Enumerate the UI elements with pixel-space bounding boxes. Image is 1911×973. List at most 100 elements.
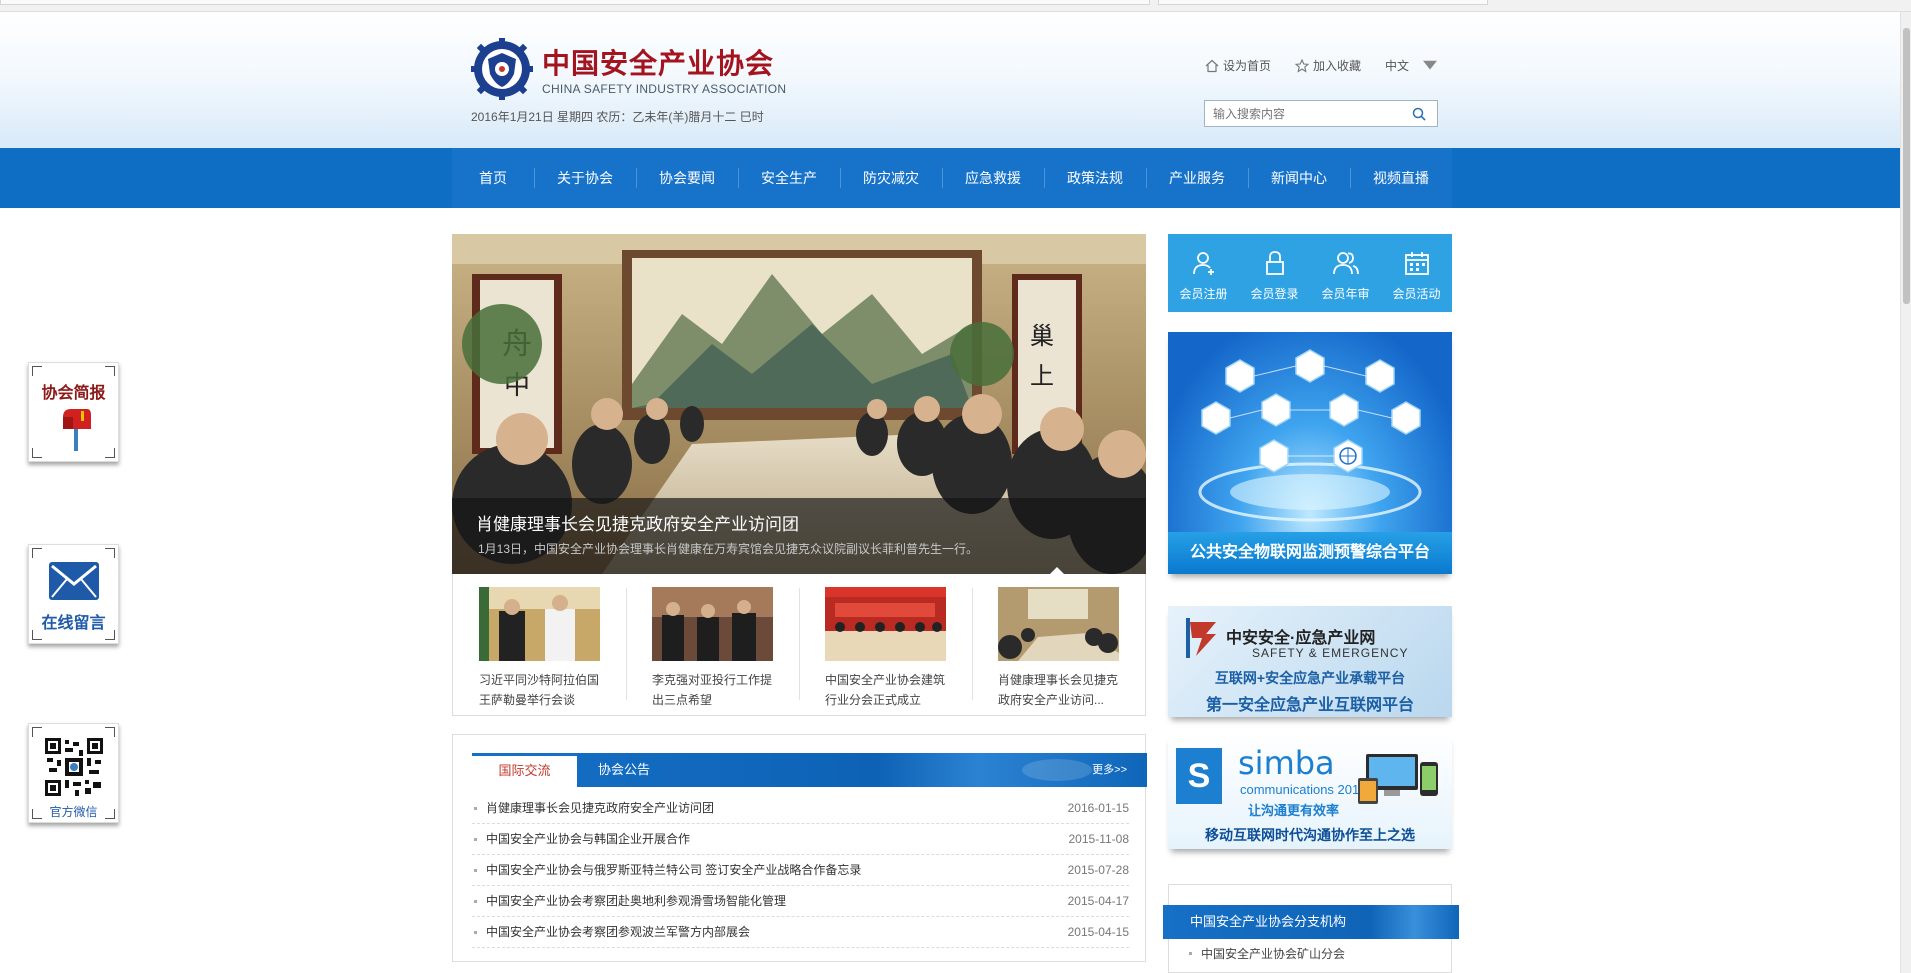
add-favorite-link[interactable]: 加入收藏 <box>1295 57 1361 74</box>
qr-code-icon <box>45 738 103 796</box>
nav-news-association[interactable]: 协会要闻 <box>636 148 738 208</box>
news-date: 2015-11-08 <box>1068 832 1130 846</box>
simba-subtitle: communications 2015 <box>1240 782 1367 797</box>
thumbnail-strip: 习近平同沙特阿拉伯国王萨勒曼举行会谈 李克强对亚投行工作提出三点希望 中国安全产… <box>452 574 1146 716</box>
iot-platform-banner[interactable]: 公共安全物联网监测预警综合平台 <box>1168 332 1452 574</box>
member-annual-label: 会员年审 <box>1321 287 1370 301</box>
member-login-label: 会员登录 <box>1250 287 1299 301</box>
simba-communications-banner[interactable]: S simba communications 2015 让沟通更有效率 移动互联… <box>1168 734 1452 849</box>
mailbox-icon <box>63 409 91 451</box>
main-nav-bar: 首页 关于协会 协会要闻 安全生产 防灾减灾 应急救援 政策法规 产业服务 新闻… <box>0 148 1900 208</box>
envelope-icon <box>49 562 99 600</box>
site-header: 中国安全产业协会 CHINA SAFETY INDUSTRY ASSOCIATI… <box>0 12 1900 148</box>
address-bar[interactable] <box>0 0 1150 5</box>
member-annual-button[interactable]: 会员年审 <box>1310 234 1381 312</box>
site-name-en: CHINA SAFETY INDUSTRY ASSOCIATION <box>542 82 787 96</box>
lock-icon <box>1265 251 1284 275</box>
nav-emergency-rescue[interactable]: 应急救援 <box>942 148 1044 208</box>
branch-item[interactable]: 中国安全产业协会矿山分会 <box>1189 945 1345 962</box>
nav-home[interactable]: 首页 <box>452 148 534 208</box>
thumbnail-image <box>652 587 773 661</box>
member-activity-button[interactable]: 会员活动 <box>1381 234 1452 312</box>
nav-policy[interactable]: 政策法规 <box>1044 148 1146 208</box>
calendar-icon <box>1404 252 1429 275</box>
nav-industry-services[interactable]: 产业服务 <box>1146 148 1248 208</box>
news-row[interactable]: 中国安全产业协会与俄罗斯亚特兰特公司 签订安全产业战略合作备忘录 2015-07-… <box>472 855 1129 886</box>
news-row[interactable]: 肖健康理事长会见捷克政府安全产业访问团 2016-01-15 <box>472 793 1129 824</box>
tab-international[interactable]: 国际交流 <box>472 753 577 787</box>
news-row[interactable]: 中国安全产业协会与韩国企业开展合作 2015-11-08 <box>472 824 1129 855</box>
thumbnail-item[interactable]: 习近平同沙特阿拉伯国王萨勒曼举行会谈 <box>453 574 626 716</box>
thumbnail-caption: 李克强对亚投行工作提出三点希望 <box>652 673 773 707</box>
wechat-label: 官方微信 <box>49 805 98 819</box>
devices-icon <box>1358 754 1438 804</box>
bulletin-widget[interactable]: 协会简报 <box>28 362 119 462</box>
thumbnail-item[interactable]: 李克强对亚投行工作提出三点希望 <box>626 574 799 716</box>
simba-logo-icon: S <box>1176 748 1222 804</box>
news-date: 2015-04-15 <box>1067 925 1129 939</box>
browser-search-bar[interactable] <box>1158 0 1488 5</box>
simba-slogan: 让沟通更有效率 <box>1248 803 1340 818</box>
wechat-widget[interactable]: 官方微信 <box>28 723 119 823</box>
member-services: 会员注册 会员登录 会员年审 会员活动 <box>1168 234 1452 312</box>
zhongan-logo-icon <box>1186 618 1216 658</box>
top-links: 设为首页 加入收藏 中文 <box>1205 57 1438 74</box>
thumbnail-item[interactable]: 肖健康理事长会见捷克政府安全产业访问... <box>972 574 1145 716</box>
news-row[interactable]: 中国安全产业协会考察团赴奥地利参观滑雪场智能化管理 2015-04-17 <box>472 886 1129 917</box>
user-add-icon <box>1192 252 1214 275</box>
slider-pointer <box>1050 567 1064 574</box>
news-tabs-panel: 国际交流 协会公告 更多>> 肖健康理事长会见捷克政府安全产业访问团 2016-0… <box>452 734 1147 962</box>
site-name-cn[interactable]: 中国安全产业协会 <box>542 42 774 82</box>
slider-title[interactable]: 肖健康理事长会见捷克政府安全产业访问团 <box>476 510 799 535</box>
thumbnail-image <box>479 587 600 661</box>
set-home-link[interactable]: 设为首页 <box>1205 57 1271 74</box>
news-title: 肖健康理事长会见捷克政府安全产业访问团 <box>486 801 715 815</box>
search-icon <box>1412 107 1426 121</box>
star-icon <box>1295 58 1310 73</box>
news-title: 中国安全产业协会与俄罗斯亚特兰特公司 签订安全产业战略合作备忘录 <box>486 863 862 877</box>
member-register-button[interactable]: 会员注册 <box>1168 234 1239 312</box>
member-activity-label: 会员活动 <box>1392 287 1441 301</box>
news-tab-bar: 国际交流 协会公告 更多>> <box>472 753 1147 787</box>
nav-video-live[interactable]: 视频直播 <box>1350 148 1452 208</box>
bulletin-label: 协会简报 <box>41 383 106 402</box>
news-more-link[interactable]: 更多>> <box>1092 753 1127 787</box>
caret-down-icon <box>1423 60 1438 69</box>
message-widget[interactable]: 在线留言 <box>28 544 119 644</box>
nav-about[interactable]: 关于协会 <box>534 148 636 208</box>
thumbnail-caption: 肖健康理事长会见捷克政府安全产业访问... <box>998 673 1119 707</box>
iot-hexagon-network-graphic <box>1198 349 1422 522</box>
headline-slider[interactable]: 舟 中 巢 上 肖健康理事长会见捷克政府安全产业访问团 1月13日，中国安全产业… <box>452 234 1146 574</box>
scrollbar-thumb[interactable] <box>1903 28 1910 304</box>
zhongan-tagline-1: 互联网+安全应急产业承载平台 <box>1214 670 1406 686</box>
association-logo-icon[interactable] <box>471 38 533 100</box>
news-title: 中国安全产业协会考察团赴奥地利参观滑雪场智能化管理 <box>486 894 787 908</box>
browser-tab-strip <box>0 0 1911 12</box>
slider-caption: 肖健康理事长会见捷克政府安全产业访问团 1月13日，中国安全产业协会理事长肖健康… <box>452 498 1146 574</box>
thumbnail-item[interactable]: 中国安全产业协会建筑行业分会正式成立 <box>799 574 972 716</box>
tab-announcements[interactable]: 协会公告 <box>598 753 650 787</box>
nav-disaster-prevention[interactable]: 防灾减灾 <box>840 148 942 208</box>
member-register-label: 会员注册 <box>1179 287 1228 301</box>
thumbnail-caption: 习近平同沙特阿拉伯国王萨勒曼举行会谈 <box>479 673 600 707</box>
safety-emergency-network-banner[interactable]: 中安安全·应急产业网 SAFETY & EMERGENCY 互联网+安全应急产业… <box>1168 606 1452 717</box>
search-button[interactable] <box>1405 102 1433 126</box>
simba-name: simba <box>1238 744 1335 782</box>
users-icon <box>1332 252 1359 275</box>
search-box <box>1204 100 1438 127</box>
message-label: 在线留言 <box>41 613 106 632</box>
member-login-button[interactable]: 会员登录 <box>1239 234 1310 312</box>
zhongan-english: SAFETY & EMERGENCY <box>1252 646 1409 660</box>
news-row[interactable]: 中国安全产业协会考察团参观波兰军警方内部展会 2015-04-15 <box>472 917 1129 948</box>
branch-organizations-panel: 中国安全产业协会分支机构 中国安全产业协会矿山分会 <box>1163 884 1459 973</box>
language-select[interactable]: 中文 <box>1385 57 1438 74</box>
page-scrollbar[interactable] <box>1900 12 1911 973</box>
iot-banner-caption: 公共安全物联网监测预警综合平台 <box>1168 532 1452 574</box>
thumbnail-image <box>998 587 1119 661</box>
svg-text:上: 上 <box>1030 362 1054 390</box>
nav-safety-production[interactable]: 安全生产 <box>738 148 840 208</box>
slider-description: 1月13日，中国安全产业协会理事长肖健康在万寿宾馆会见捷克众议院副议长菲利普先生… <box>478 542 979 556</box>
search-input[interactable] <box>1205 101 1405 126</box>
star-emblem-icon <box>1022 759 1092 781</box>
nav-news-center[interactable]: 新闻中心 <box>1248 148 1350 208</box>
